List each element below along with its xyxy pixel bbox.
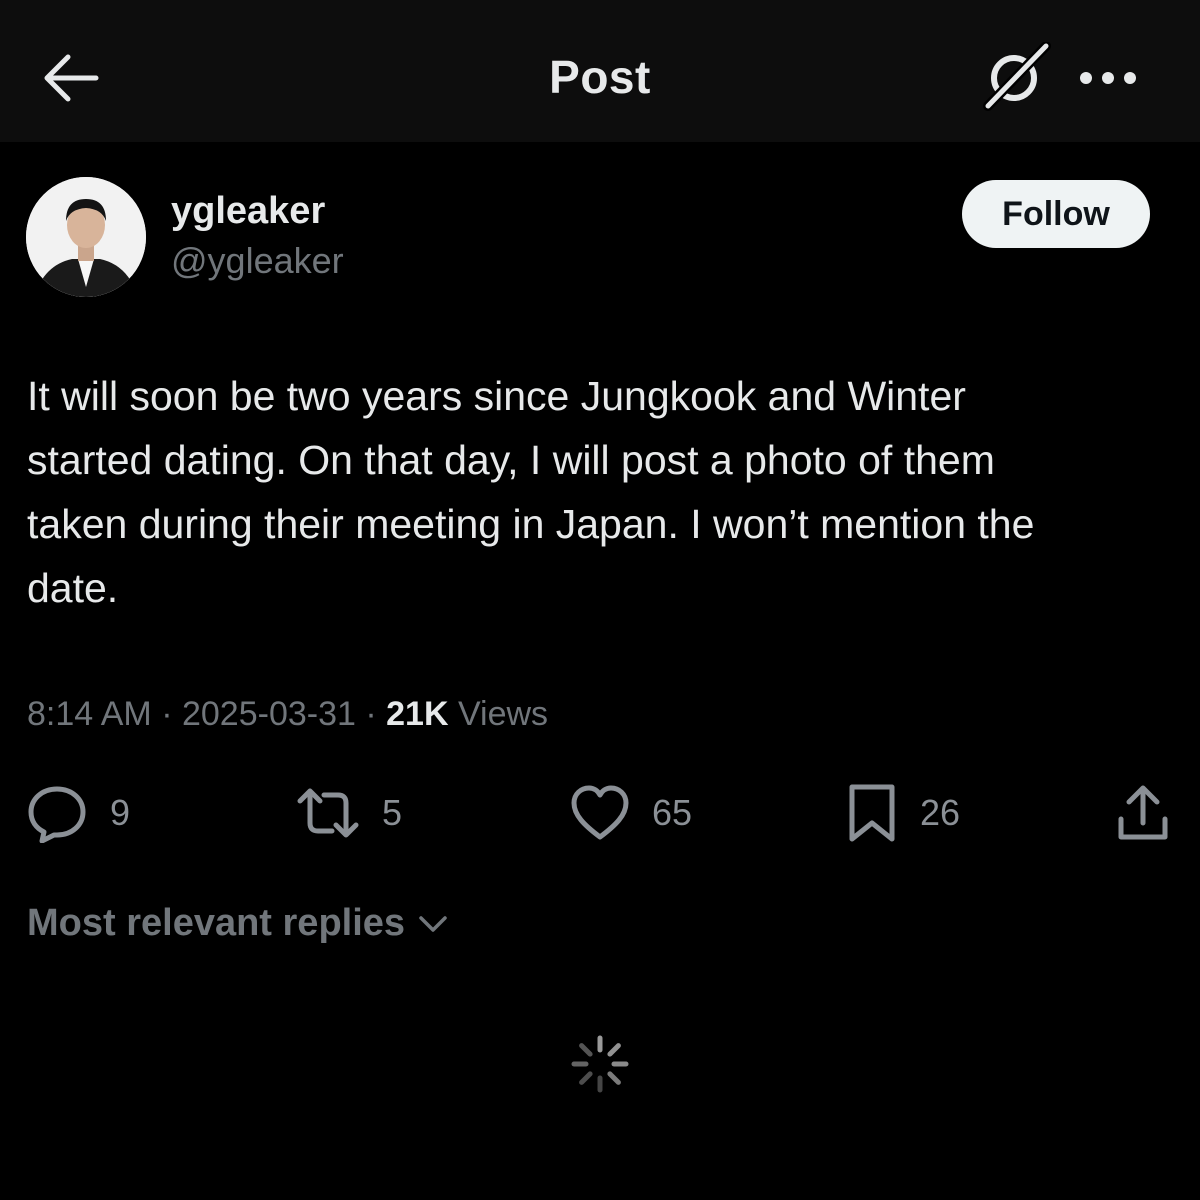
reply-count: 9 <box>110 792 131 833</box>
repost-icon <box>297 788 359 838</box>
author-avatar[interactable] <box>26 177 146 297</box>
post-text-line: It will soon be two years since Jungkook… <box>27 373 966 419</box>
reply-button[interactable]: 9 <box>26 783 130 843</box>
author-display-name[interactable]: ygleaker <box>171 190 325 233</box>
chevron-down-icon <box>419 915 447 932</box>
follow-button[interactable]: Follow <box>962 180 1150 248</box>
meta-separator: · <box>365 695 377 733</box>
meta-separator: · <box>161 695 173 733</box>
repost-button[interactable]: 5 <box>296 783 402 843</box>
share-icon <box>1118 785 1168 840</box>
like-button[interactable]: 65 <box>570 783 692 843</box>
loading-spinner <box>568 1032 632 1096</box>
post-date[interactable]: 2025-03-31 <box>182 695 356 733</box>
post-metadata: 8:14 AM · 2025-03-31 · 21K Views <box>27 695 548 734</box>
more-dots-icon <box>1080 72 1136 84</box>
spinner-icon <box>571 1035 629 1093</box>
bookmark-icon <box>849 784 895 842</box>
grok-icon <box>983 41 1051 111</box>
views-count[interactable]: 21K <box>386 695 448 733</box>
replies-sort-dropdown[interactable]: Most relevant replies <box>27 902 453 945</box>
replies-sort-label: Most relevant replies <box>27 902 406 944</box>
author-handle[interactable]: @ygleaker <box>171 240 344 282</box>
top-bar: Post <box>0 0 1200 142</box>
post-text: It will soon be two years since Jungkook… <box>27 364 1187 620</box>
heart-icon <box>571 785 629 840</box>
bookmark-button[interactable]: 26 <box>846 783 960 843</box>
more-options-button[interactable] <box>1076 60 1140 96</box>
share-button[interactable] <box>1116 783 1170 843</box>
post-text-line: taken during their meeting in Japan. I w… <box>27 501 1035 547</box>
like-count: 65 <box>652 792 693 833</box>
post-text-line: started dating. On that day, I will post… <box>27 437 995 483</box>
repost-count: 5 <box>382 792 403 833</box>
avatar-image <box>26 177 146 297</box>
views-label[interactable]: Views <box>458 695 548 733</box>
reply-icon <box>28 786 86 843</box>
post-text-line: date. <box>27 565 119 611</box>
bookmark-count: 26 <box>920 792 961 833</box>
post-time[interactable]: 8:14 AM <box>27 695 152 733</box>
grok-button[interactable] <box>980 41 1052 112</box>
